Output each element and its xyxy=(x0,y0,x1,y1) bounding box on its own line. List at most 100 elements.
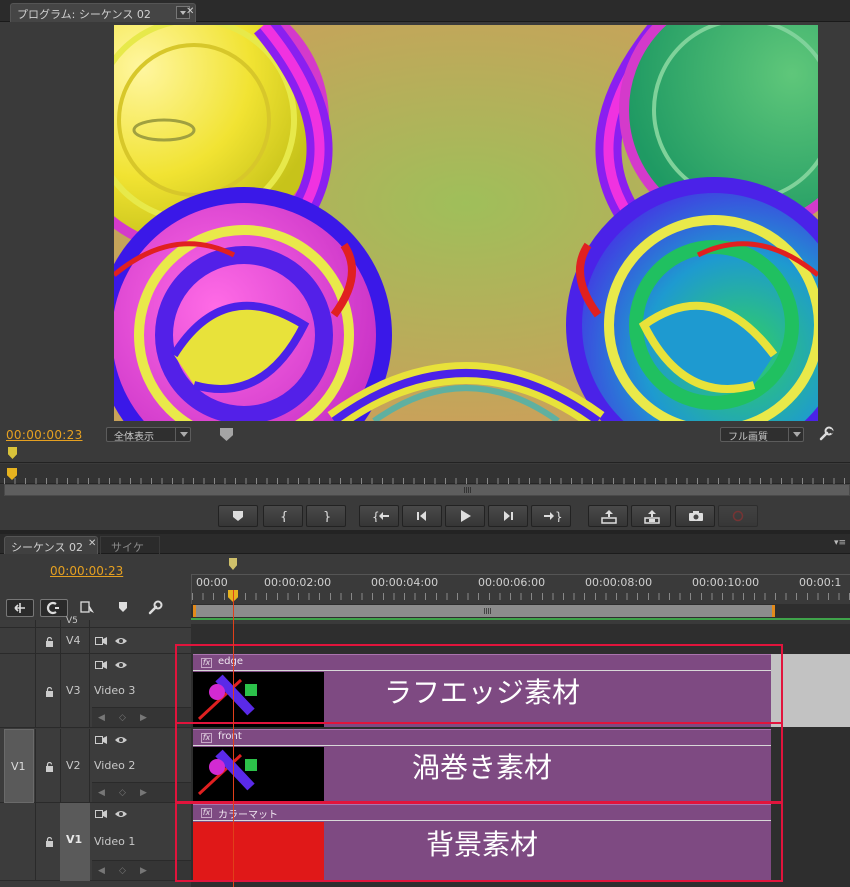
close-icon[interactable]: ✕ xyxy=(88,538,96,549)
ruler-label: 00:00 xyxy=(196,576,228,589)
source-patch-empty xyxy=(0,654,36,727)
monitor-tab-bar: プログラム: シーケンス 02 ✕ xyxy=(0,0,850,22)
close-icon[interactable]: ✕ xyxy=(186,6,194,17)
play-icon xyxy=(461,510,471,522)
toggle-sync-lock-icon[interactable] xyxy=(95,660,107,670)
highlight-box-rough-edge xyxy=(175,644,783,724)
go-to-out-button[interactable]: } xyxy=(531,505,571,527)
timeline-time-ruler[interactable]: 00:00 00:00:02:00 00:00:04:00 00:00:06:0… xyxy=(191,574,850,604)
extract-button[interactable] xyxy=(631,505,671,527)
track-id-label: V3 xyxy=(66,684,81,697)
tab-psyche[interactable]: サイケ xyxy=(100,536,160,554)
bracket-in-icon: { xyxy=(280,510,288,522)
psyche-tab-label: サイケ xyxy=(111,541,144,554)
scrollbar-grip[interactable] xyxy=(464,487,472,493)
mark-in-button[interactable]: { xyxy=(263,505,303,527)
add-marker-tool-button[interactable] xyxy=(76,599,104,617)
program-viewer[interactable] xyxy=(114,25,818,421)
program-frame-image xyxy=(114,25,818,421)
add-keyframe-icon[interactable]: ◇ xyxy=(119,788,126,798)
add-keyframe-icon[interactable]: ◇ xyxy=(119,713,126,723)
go-to-in-button[interactable]: { xyxy=(359,505,399,527)
lock-icon[interactable] xyxy=(45,637,54,647)
zoom-scroll-thumb[interactable] xyxy=(193,605,775,617)
track-header-v4[interactable]: V4 xyxy=(0,628,191,654)
ruler-label: 00:00:08:00 xyxy=(585,576,653,589)
marker-icon[interactable] xyxy=(220,428,233,441)
add-keyframe-icon[interactable]: ◇ xyxy=(119,866,126,876)
previous-keyframe-icon[interactable]: ◀ xyxy=(98,713,105,723)
export-frame-button[interactable] xyxy=(675,505,715,527)
link-icon xyxy=(46,601,59,615)
lift-button[interactable] xyxy=(588,505,628,527)
timeline-marker-button[interactable] xyxy=(110,599,138,617)
marker-icon xyxy=(119,602,127,612)
work-area-bar[interactable] xyxy=(191,618,850,620)
svg-text:{: { xyxy=(372,510,380,522)
track-header-v1[interactable]: Video 1 ◀ ◇ ▶ xyxy=(0,803,191,881)
zoom-level-dropdown[interactable]: 全体表示 xyxy=(106,427,191,443)
monitor-mini-ruler[interactable] xyxy=(0,446,850,463)
track-name-label: Video 2 xyxy=(94,759,136,772)
marker-icon xyxy=(233,511,243,521)
eye-icon[interactable] xyxy=(114,809,128,819)
toggle-sync-lock-icon[interactable] xyxy=(95,809,107,819)
svg-text:}: } xyxy=(555,510,562,522)
next-keyframe-icon[interactable]: ▶ xyxy=(140,713,147,723)
track-id-label: V2 xyxy=(66,759,81,772)
eye-icon[interactable] xyxy=(114,636,128,646)
track-header-v3[interactable]: V3 Video 3 ◀ ◇ ▶ xyxy=(0,654,191,728)
scrollbar-grip[interactable] xyxy=(484,608,492,614)
svg-text:{: { xyxy=(280,510,288,522)
lock-icon[interactable] xyxy=(45,762,54,772)
track-target-v1[interactable]: V1 xyxy=(60,803,90,881)
quality-value: フル画質 xyxy=(728,432,768,443)
next-keyframe-icon[interactable]: ▶ xyxy=(140,788,147,798)
playback-quality-dropdown[interactable]: フル画質 xyxy=(720,427,804,443)
timeline-tab-bar: シーケンス 02 ✕ サイケ ▾≡ xyxy=(0,534,850,554)
tab-sequence-02[interactable]: シーケンス 02 xyxy=(4,536,98,554)
sequence-timecode[interactable]: 00:00:00:23 xyxy=(50,564,123,578)
lock-icon[interactable] xyxy=(45,687,54,697)
track-header-v5[interactable]: V5 xyxy=(0,616,191,628)
ruler-label: 00:00:04:00 xyxy=(371,576,439,589)
playhead-indicator-icon[interactable] xyxy=(229,558,237,570)
next-keyframe-icon[interactable]: ▶ xyxy=(140,866,147,876)
program-timecode[interactable]: 00:00:00:23 xyxy=(6,428,83,442)
panel-menu-icon[interactable]: ▾≡ xyxy=(834,538,846,548)
eye-icon[interactable] xyxy=(114,660,128,670)
record-icon xyxy=(732,510,744,522)
previous-keyframe-icon[interactable]: ◀ xyxy=(98,866,105,876)
chevron-down-icon xyxy=(788,428,803,441)
add-marker-button[interactable] xyxy=(218,505,258,527)
eye-icon[interactable] xyxy=(114,735,128,745)
timeline-zoom-scrollbar[interactable] xyxy=(191,604,850,618)
track-id-label: V4 xyxy=(66,634,81,647)
linked-selection-button[interactable] xyxy=(40,599,68,617)
lift-icon xyxy=(601,510,617,524)
timeline-settings-button[interactable] xyxy=(144,599,172,617)
monitor-zoom-scrollbar[interactable] xyxy=(4,484,850,496)
wrench-icon[interactable] xyxy=(818,426,834,442)
step-back-button[interactable] xyxy=(402,505,442,527)
track-id-label: V1 xyxy=(66,833,83,846)
button-editor-button[interactable] xyxy=(718,505,758,527)
monitor-time-ruler[interactable] xyxy=(0,464,850,484)
play-button[interactable] xyxy=(445,505,485,527)
previous-keyframe-icon[interactable]: ◀ xyxy=(98,788,105,798)
snap-button[interactable] xyxy=(6,599,34,617)
program-monitor-panel: プログラム: シーケンス 02 ✕ 00:00:00:23 全体表示 フル画質 … xyxy=(0,0,850,530)
go-to-out-icon: } xyxy=(544,510,562,522)
source-patch-empty xyxy=(0,628,36,653)
lock-icon[interactable] xyxy=(45,837,54,847)
ruler-label: 00:00:1 xyxy=(799,576,842,589)
program-monitor-tab[interactable]: プログラム: シーケンス 02 xyxy=(10,3,196,22)
toggle-sync-lock-icon[interactable] xyxy=(95,636,107,646)
step-forward-button[interactable] xyxy=(488,505,528,527)
track-id-label: V5 xyxy=(66,616,78,626)
step-back-icon xyxy=(417,511,426,521)
toggle-sync-lock-icon[interactable] xyxy=(95,735,107,745)
source-patch-v1[interactable]: V1 xyxy=(4,729,34,803)
go-to-in-icon: { xyxy=(372,510,389,522)
mark-out-button[interactable]: } xyxy=(306,505,346,527)
